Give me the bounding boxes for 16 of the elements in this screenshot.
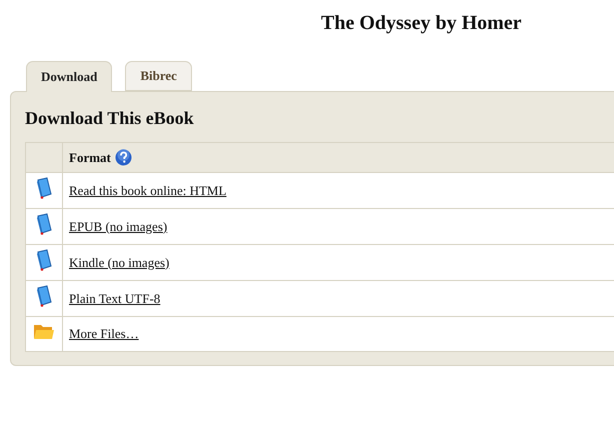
book-icon xyxy=(36,284,52,307)
format-link[interactable]: Plain Text UTF-8 xyxy=(69,290,160,306)
format-link[interactable]: Kindle (no images) xyxy=(69,254,170,270)
help-icon[interactable] xyxy=(114,149,132,166)
book-icon xyxy=(36,212,52,235)
book-icon xyxy=(36,176,52,199)
format-link[interactable]: More Files… xyxy=(69,326,139,342)
page-title: The Odyssey by Homer xyxy=(321,11,523,35)
panel-heading: Download This eBook xyxy=(25,107,195,130)
tab[interactable]: Bibrec xyxy=(125,61,192,91)
format-link[interactable]: Read this book online: HTML xyxy=(69,182,226,198)
tab[interactable]: Download xyxy=(26,61,112,92)
folder-icon xyxy=(33,322,55,340)
column-header: Format xyxy=(69,148,111,167)
format-link[interactable]: EPUB (no images) xyxy=(69,218,168,234)
book-icon xyxy=(36,248,52,271)
